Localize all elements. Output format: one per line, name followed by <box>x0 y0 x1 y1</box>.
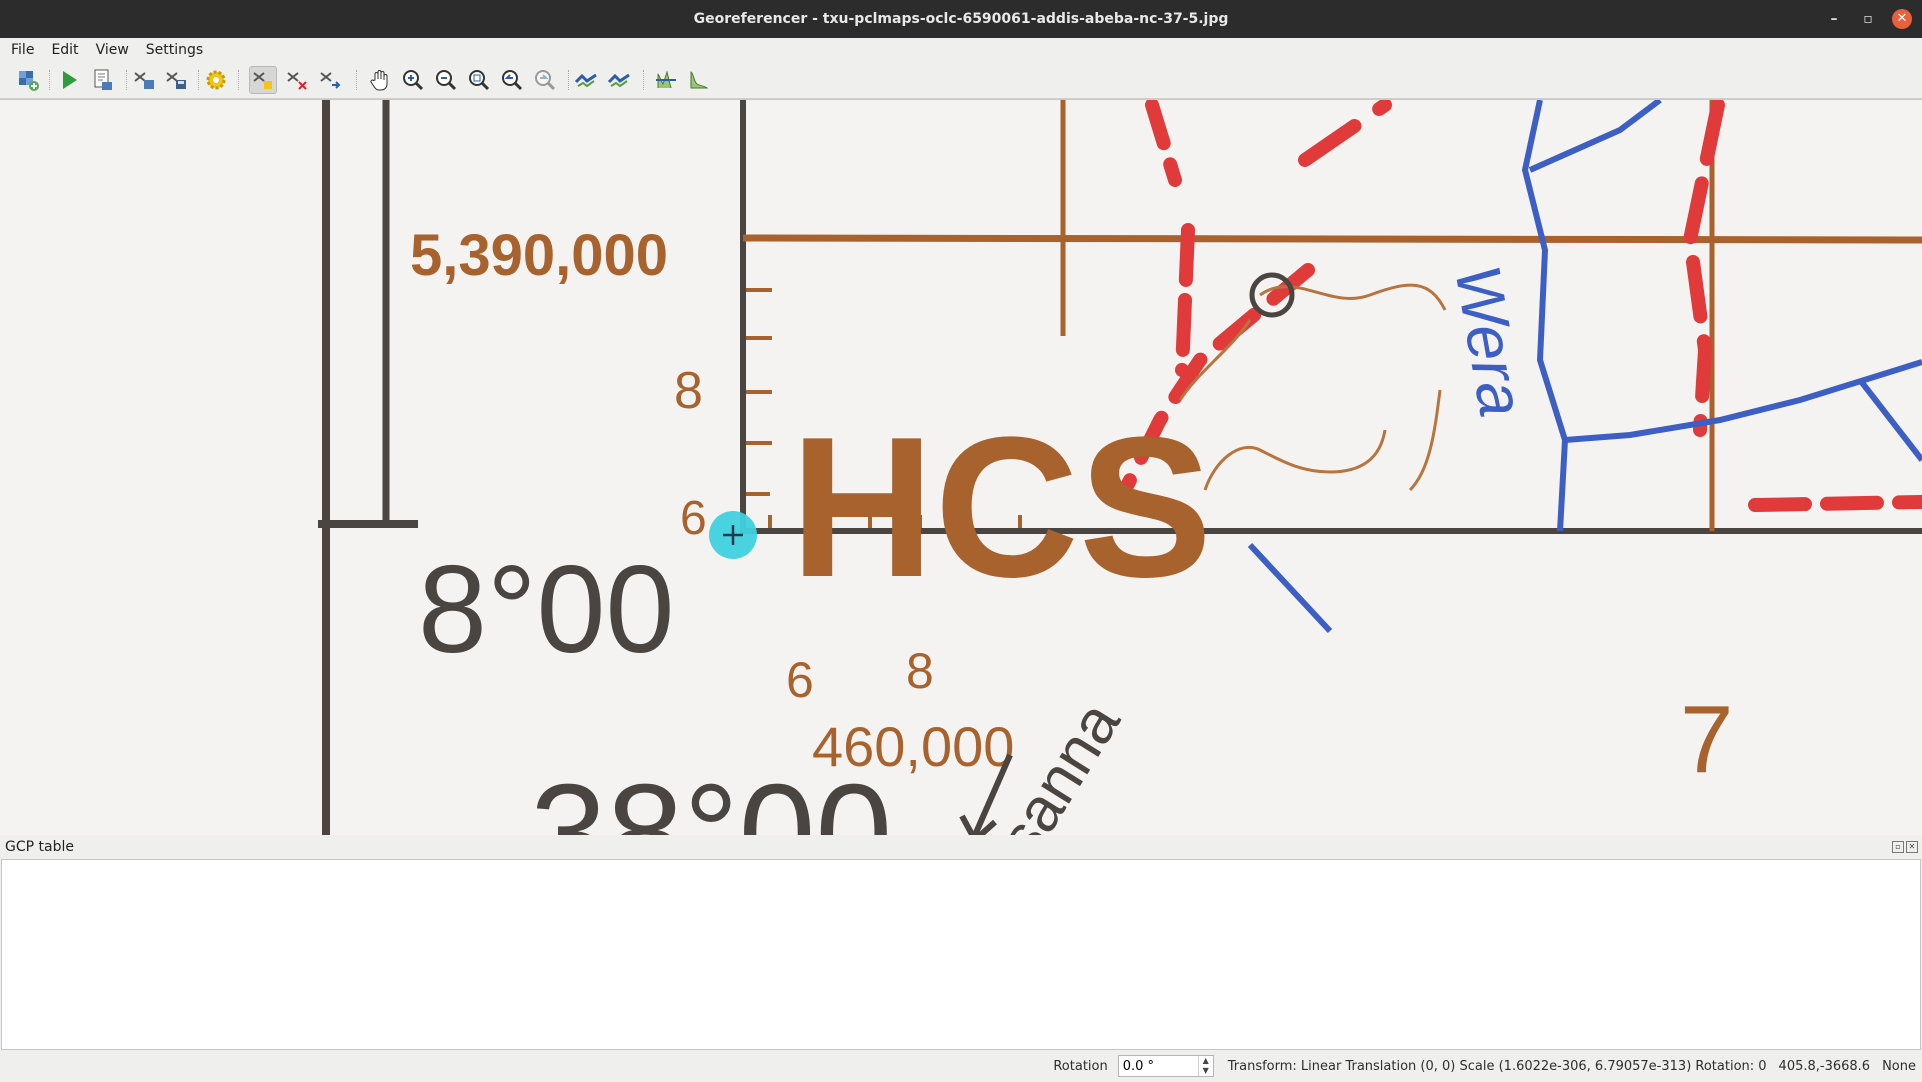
minimize-icon: – <box>1830 11 1838 27</box>
crosshair-cursor <box>709 511 757 559</box>
full-histogram-stretch-icon <box>656 70 676 89</box>
pan-button[interactable] <box>366 66 394 94</box>
full-histogram-stretch-button[interactable] <box>652 66 680 94</box>
save-gcp-points-icon <box>166 72 186 89</box>
zoom-out-icon <box>436 70 457 91</box>
coordinate-readout: 405.8,-3668.6 <box>1778 1058 1871 1074</box>
menubar: File Edit View Settings <box>0 38 1922 62</box>
easting-tick-6: 6 <box>786 652 814 708</box>
link-georeferencer-to-qgis-icon <box>574 73 597 88</box>
window-title: Georeferencer - txu-pclmaps-oclc-6590061… <box>693 11 1229 27</box>
open-raster-icon <box>19 71 39 91</box>
spin-arrows-icon[interactable]: ▲ ▼ <box>1197 1056 1213 1076</box>
zoom-next-icon <box>535 70 556 91</box>
latitude-label: 8°00 <box>418 541 674 679</box>
zoom-last-button[interactable] <box>498 66 526 94</box>
toolbar-separator <box>238 70 240 90</box>
statusbar: Rotation ▲▼ Transform: Linear Translatio… <box>0 1050 1922 1082</box>
zoom-next-button[interactable] <box>531 66 559 94</box>
delete-point-icon <box>287 72 307 90</box>
gcp-table[interactable] <box>1 859 1921 1050</box>
start-georeferencing-button[interactable] <box>55 66 83 94</box>
northing-label: 5,390,000 <box>410 223 668 288</box>
load-gcp-points-icon <box>134 72 154 89</box>
minimize-button[interactable]: – <box>1817 0 1851 38</box>
local-histogram-stretch-button[interactable] <box>685 66 713 94</box>
gcp-panel-title: GCP table <box>5 839 74 855</box>
raster-map: 5,390,000 8 6 8°00 HCS 6 8 460,000 38°00… <box>0 100 1922 835</box>
map-canvas[interactable]: 5,390,000 8 6 8°00 HCS 6 8 460,000 38°00… <box>0 99 1922 835</box>
transform-info: Transform: Linear Translation (0, 0) Sca… <box>1227 1058 1767 1074</box>
crs-indicator[interactable]: None <box>1882 1059 1916 1074</box>
zoom-out-button[interactable] <box>432 66 460 94</box>
float-panel-icon[interactable]: ▫ <box>1892 841 1904 853</box>
rotation-spinbox[interactable]: ▲▼ <box>1117 1055 1214 1077</box>
close-panel-icon[interactable]: ✕ <box>1906 841 1918 853</box>
zoom-last-icon <box>502 70 523 91</box>
transformation-settings-button[interactable] <box>202 66 230 94</box>
toolbar-separator <box>568 70 570 90</box>
generate-gdal-script-icon <box>94 69 112 90</box>
toolbar-separator <box>49 70 51 90</box>
load-gcp-points-button[interactable] <box>130 66 158 94</box>
zoom-in-icon <box>403 70 424 91</box>
panel-dock-controls: ▫ ✕ <box>1892 841 1918 853</box>
transformation-settings-icon <box>206 70 226 90</box>
menu-settings[interactable]: Settings <box>135 42 209 58</box>
link-qgis-to-georeferencer-button[interactable] <box>605 66 633 94</box>
menu-file[interactable]: File <box>0 42 40 58</box>
link-georeferencer-to-qgis-button[interactable] <box>572 66 600 94</box>
gcp-panel-header: GCP table ▫ ✕ <box>0 835 1922 859</box>
menu-view[interactable]: View <box>85 42 135 58</box>
pan-icon <box>370 70 388 91</box>
link-qgis-to-georeferencer-icon <box>607 73 630 88</box>
toolbar-separator <box>356 70 358 90</box>
generate-gdal-script-button[interactable] <box>89 66 117 94</box>
hcs-label: HCS <box>790 396 1212 619</box>
toolbar-separator <box>126 70 128 90</box>
save-gcp-points-button[interactable] <box>162 66 190 94</box>
move-gcp-point-button[interactable] <box>316 66 344 94</box>
add-point-icon <box>253 72 272 89</box>
easting-tick-8: 8 <box>906 643 934 699</box>
add-point-button[interactable] <box>249 66 277 94</box>
delete-point-button[interactable] <box>283 66 311 94</box>
close-button[interactable]: ✕ <box>1885 0 1919 38</box>
close-icon: ✕ <box>1892 9 1912 29</box>
toolbar <box>0 62 1922 99</box>
longitude-label: 38°00 <box>530 756 892 835</box>
local-histogram-stretch-icon <box>690 71 709 89</box>
menu-edit[interactable]: Edit <box>40 42 84 58</box>
grid-number-7: 7 <box>1680 686 1733 793</box>
move-gcp-point-icon <box>320 72 341 89</box>
start-georeferencing-icon <box>63 71 77 89</box>
maximize-icon: ▫ <box>1863 11 1873 27</box>
toolbar-separator <box>643 70 645 90</box>
toolbar-separator <box>198 70 200 90</box>
zoom-in-button[interactable] <box>399 66 427 94</box>
grid-line <box>742 234 1922 244</box>
window-titlebar: Georeferencer - txu-pclmaps-oclc-6590061… <box>0 0 1922 38</box>
tick-label-8: 8 <box>674 362 703 420</box>
tick-label-6: 6 <box>680 492 707 545</box>
rotation-label: Rotation <box>1053 1058 1108 1074</box>
open-raster-button[interactable] <box>14 66 42 94</box>
maximize-button[interactable]: ▫ <box>1851 0 1885 38</box>
zoom-to-layer-button[interactable] <box>465 66 493 94</box>
zoom-to-layer-icon <box>469 70 490 91</box>
rotation-input[interactable] <box>1118 1057 1195 1075</box>
